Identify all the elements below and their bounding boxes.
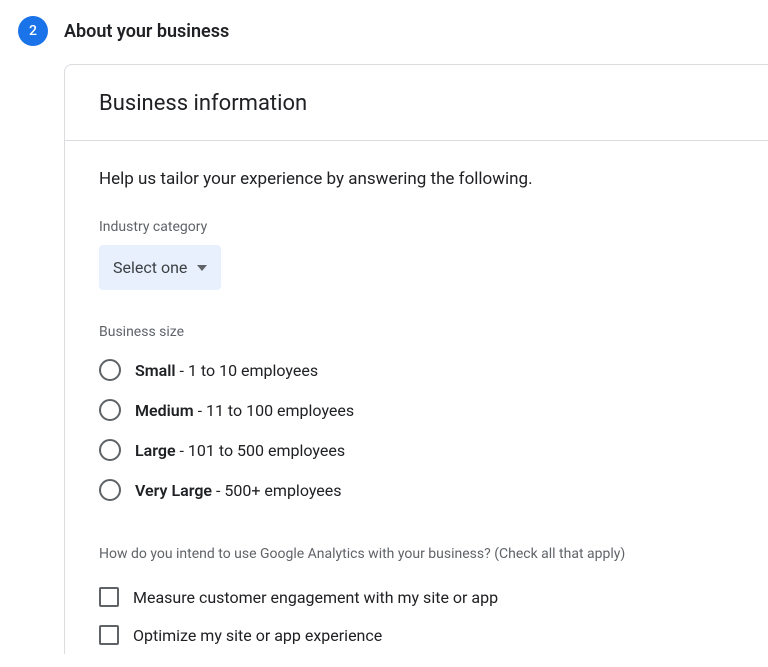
step-title: About your business [64,21,229,42]
business-info-card: Business information Help us tailor your… [64,64,768,654]
checkbox-label: Measure customer engagement with my site… [133,588,498,607]
radio-option-medium[interactable]: Medium - 11 to 100 employees [99,390,734,430]
checkbox-measure-engagement[interactable]: Measure customer engagement with my site… [99,578,734,616]
industry-label: Industry category [99,219,734,235]
radio-label: Large - 101 to 500 employees [135,441,345,460]
checkbox-icon [99,625,119,645]
checkbox-label: Optimize my site or app experience [133,626,382,645]
radio-icon [99,359,121,381]
chevron-down-icon [197,265,207,271]
industry-select[interactable]: Select one [99,245,221,290]
radio-label: Medium - 11 to 100 employees [135,401,354,420]
card-body: Help us tailor your experience by answer… [65,141,768,654]
radio-option-small[interactable]: Small - 1 to 10 employees [99,350,734,390]
radio-icon [99,439,121,461]
radio-icon [99,479,121,501]
radio-label: Very Large - 500+ employees [135,481,342,500]
business-size-radio-group: Small - 1 to 10 employees Medium - 11 to… [99,350,734,510]
usage-question: How do you intend to use Google Analytic… [99,546,734,562]
business-size-label: Business size [99,324,734,340]
step-header: 2 About your business [0,0,768,64]
radio-icon [99,399,121,421]
step-number-badge: 2 [18,16,48,46]
radio-label: Small - 1 to 10 employees [135,361,318,380]
radio-option-large[interactable]: Large - 101 to 500 employees [99,430,734,470]
checkbox-optimize-experience[interactable]: Optimize my site or app experience [99,616,734,654]
help-text: Help us tailor your experience by answer… [99,169,734,189]
card-header: Business information [65,65,768,141]
card-title: Business information [99,91,734,116]
radio-option-very-large[interactable]: Very Large - 500+ employees [99,470,734,510]
industry-selected-text: Select one [113,258,187,277]
checkbox-icon [99,587,119,607]
